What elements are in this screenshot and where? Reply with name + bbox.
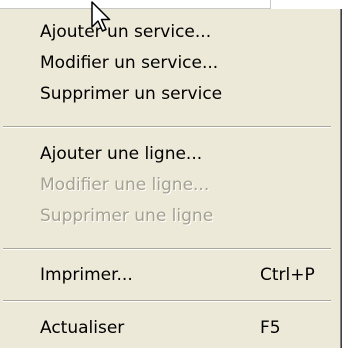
- menu-item-label: Supprimer un service: [40, 84, 223, 104]
- menu-item-label: Ajouter un service...: [40, 22, 212, 42]
- menu-item-shortcut: F5: [260, 318, 281, 338]
- menu-item-ajouter-ligne[interactable]: Ajouter une ligne...: [0, 139, 330, 173]
- window-behind-strip: [0, 0, 358, 9]
- menu-separator: [3, 300, 331, 302]
- menu-item-modifier-ligne: Modifier une ligne...: [0, 170, 330, 204]
- menu-item-label: Actualiser: [40, 318, 125, 338]
- menu-separator: [3, 126, 331, 128]
- window-behind-edge: [0, 0, 271, 9]
- menu-item-actualiser[interactable]: Actualiser F5: [0, 313, 330, 347]
- menu-item-shortcut: Ctrl+P: [260, 265, 315, 285]
- menu-item-label: Supprimer une ligne: [40, 206, 214, 226]
- menu-item-supprimer-service[interactable]: Supprimer un service: [0, 79, 330, 113]
- menu-separator: [3, 248, 331, 250]
- menu-item-label: Modifier une ligne...: [40, 175, 210, 195]
- menu-item-imprimer[interactable]: Imprimer... Ctrl+P: [0, 260, 330, 294]
- menu-item-ajouter-service[interactable]: Ajouter un service...: [0, 17, 330, 51]
- menu-item-supprimer-ligne: Supprimer une ligne: [0, 201, 330, 235]
- menu-item-modifier-service[interactable]: Modifier un service...: [0, 48, 330, 82]
- menu-item-label: Imprimer...: [40, 265, 133, 285]
- menu-item-label: Modifier un service...: [40, 53, 219, 73]
- menu-item-label: Ajouter une ligne...: [40, 144, 203, 164]
- context-menu: Ajouter un service... Modifier un servic…: [0, 9, 343, 348]
